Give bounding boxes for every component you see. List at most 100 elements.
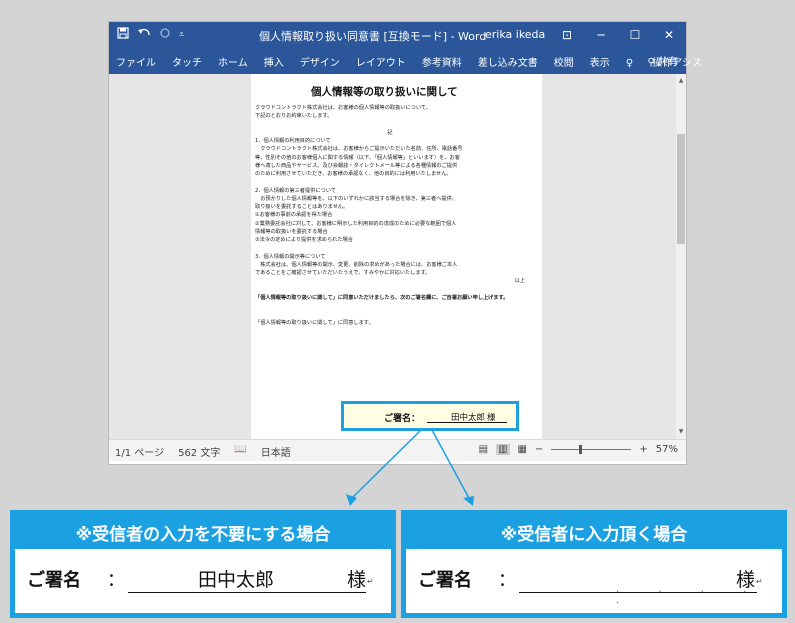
word-count[interactable]: 562 文字: [178, 444, 220, 459]
zoom-slider-knob[interactable]: [579, 445, 583, 454]
undo-icon[interactable]: [137, 27, 151, 42]
document-line: 以上: [514, 278, 525, 285]
document-line: 情報等の取扱いを委託する場合: [255, 228, 328, 235]
title-bar: ⩡ 個人情報取り扱い同意書 [互換モード] - Word erika ikeda…: [109, 22, 686, 48]
document-line: 様へ適した商品やサービス、及び会報誌・ダイレクトメール等による各種情報のご提供: [255, 162, 458, 169]
tab-review[interactable]: 校閲: [554, 54, 574, 69]
read-mode-icon[interactable]: ▤: [479, 444, 488, 455]
document-line: 取り扱いを委託することはありません。: [255, 204, 349, 210]
lightbulb-icon: ♀: [625, 58, 634, 69]
document-title: 個人情報取り扱い同意書 [互換モード] - Word: [259, 30, 487, 43]
document-line: 等、性別その他のお客様個人に関する情報（以下、「個人情報等」といいます）を、お客: [255, 154, 460, 161]
document-line: であることをご確認させていただいたうえで、すみやかに対応いたします。: [255, 270, 431, 276]
tab-list: ファイル タッチ ホーム 挿入 デザイン レイアウト 参考資料 差し込み文書 校…: [116, 54, 728, 69]
panel-no-input-title: ※受信者の入力を不要にする場合: [15, 515, 391, 549]
tab-view[interactable]: 表示: [590, 54, 610, 69]
tab-references[interactable]: 参考資料: [422, 54, 462, 69]
zoom-out-button[interactable]: −: [535, 444, 543, 455]
signature-value[interactable]: 田中太郎 様: [427, 411, 507, 423]
minimize-icon[interactable]: ─: [584, 25, 618, 45]
panel-with-input-label: ご署名: [418, 570, 472, 591]
panel-with-input-dots: · · · · ·: [616, 587, 746, 609]
signature-suffix: 様: [487, 413, 496, 423]
tab-touch[interactable]: タッチ: [172, 54, 202, 69]
zoom-level[interactable]: 57%: [656, 444, 678, 455]
document-line: のために利用させていただき、お客様の承認なく、他の目的には利用いたしません。: [255, 171, 452, 177]
tab-home[interactable]: ホーム: [218, 54, 248, 69]
quick-access-toolbar: ⩡: [117, 27, 184, 42]
close-icon[interactable]: ✕: [652, 25, 686, 45]
document-line: お預かりした個人情報等を、以下のいずれかに該当する場合を除き、第三者へ提供、: [255, 195, 457, 202]
user-name[interactable]: erika ikeda: [485, 28, 545, 41]
tab-insert[interactable]: 挿入: [264, 54, 284, 69]
document-line: 「個人情報等の取り扱いに関して」に同意いただけましたら、次のご署名欄に、ご自署お…: [255, 294, 509, 301]
panel-no-input-suffix: 様: [347, 569, 367, 591]
arrow-right-head: [463, 496, 474, 506]
print-layout-icon[interactable]: ▥: [496, 444, 510, 455]
panel-no-input-colon: ：: [107, 570, 125, 591]
document-line: 1．個人情報の利用目的について: [255, 138, 331, 144]
document-line: ③法令の定めにより提供を求められた場合: [255, 237, 353, 243]
panel-no-input-label: ご署名: [27, 570, 81, 591]
person-icon: ⚲: [647, 57, 655, 68]
tab-design[interactable]: デザイン: [300, 54, 340, 69]
word-window: ⩡ 個人情報取り扱い同意書 [互換モード] - Word erika ikeda…: [109, 22, 702, 464]
zoom-slider[interactable]: [551, 445, 632, 454]
panel-with-input-para-mark: ↵: [756, 577, 763, 586]
language[interactable]: 日本語: [261, 444, 291, 459]
document-page[interactable]: 個人情報等の取り扱いに関して クラウドコントラクト株式会社は、お客様の個人情報等…: [251, 74, 542, 439]
window-controls: ⊡ ─ ☐ ✕: [550, 25, 686, 45]
customize-icon[interactable]: ⩡: [179, 30, 184, 40]
panel-no-input: ※受信者の入力を不要にする場合 ご署名 ： 田中太郎 様 ↵: [10, 510, 396, 618]
signature-label: ご署名：: [384, 414, 421, 424]
share-label: 共有: [658, 57, 678, 68]
vertical-scrollbar[interactable]: ▲ ▼: [676, 74, 686, 439]
ribbon-display-icon[interactable]: ⊡: [550, 25, 584, 45]
document-line: 「個人情報等の取り扱いに関して」に同意します。: [255, 319, 374, 326]
web-layout-icon[interactable]: ▦: [518, 444, 527, 455]
panel-with-input-title: ※受信者に入力頂く場合: [406, 515, 782, 549]
tab-layout[interactable]: レイアウト: [356, 54, 406, 69]
document-line: クラウドコントラクト株式会社は、お客様からご提示いただいた名前、住所、電話番号: [255, 146, 463, 153]
document-line: クラウドコントラクト株式会社は、お客様の個人情報等の取扱いについて、: [255, 105, 431, 111]
arrow-left-head: [346, 494, 357, 506]
panel-with-input-colon: ：: [498, 570, 516, 591]
panel-with-input: ※受信者に入力頂く場合 ご署名 ： · · · · · 様 ↵: [401, 510, 787, 618]
scroll-up-icon[interactable]: ▲: [676, 76, 686, 86]
proofing-icon[interactable]: 📖: [234, 444, 246, 459]
panel-with-input-underline[interactable]: [519, 592, 757, 593]
document-line: ①お客様の事前の承認を得た場合: [255, 212, 333, 219]
document-body: クラウドコントラクト株式会社は、お客様の個人情報等の取扱いについて、 下記のとおり…: [255, 104, 525, 327]
zoom-in-button[interactable]: +: [639, 444, 647, 455]
redo-icon[interactable]: [159, 27, 171, 42]
scroll-thumb[interactable]: [677, 134, 685, 244]
document-line: 下記のとおりお約束いたします。: [255, 113, 333, 120]
document-line: 記: [387, 129, 393, 136]
signature-field[interactable]: ご署名： 田中太郎 様: [341, 401, 519, 431]
maximize-icon[interactable]: ☐: [618, 25, 652, 45]
panel-no-input-name: 田中太郎: [198, 569, 275, 591]
share-button[interactable]: ⚲ 共有: [647, 53, 678, 68]
tab-mailings[interactable]: 差し込み文書: [478, 54, 538, 69]
document-heading: 個人情報等の取り扱いに関して: [311, 86, 458, 98]
ribbon-tabs: ファイル タッチ ホーム 挿入 デザイン レイアウト 参考資料 差し込み文書 校…: [109, 48, 702, 74]
panel-no-input-para-mark: ↵: [367, 577, 374, 586]
tab-file[interactable]: ファイル: [116, 54, 156, 69]
panel-no-input-underline: [128, 592, 366, 593]
document-line: 株式会社は、個人情報等の開示、変更、削除の求めがあった場合には、お客様ご本人: [255, 261, 458, 268]
signature-name: 田中太郎: [451, 413, 486, 423]
document-line: 3．個人情報の開示等について: [255, 253, 326, 260]
save-icon[interactable]: [117, 27, 129, 42]
document-line: 2．個人情報の第三者提供について: [255, 187, 336, 194]
document-area[interactable]: 個人情報等の取り扱いに関して クラウドコントラクト株式会社は、お客様の個人情報等…: [109, 74, 686, 439]
scroll-down-icon[interactable]: ▼: [676, 427, 686, 437]
document-line: ②業務委託会社に対して、お客様に明示した利用目的の達成のために必要な範囲で個人: [255, 220, 457, 227]
page-count[interactable]: 1/1 ページ: [115, 444, 164, 459]
panel-with-input-suffix: 様: [736, 569, 756, 591]
